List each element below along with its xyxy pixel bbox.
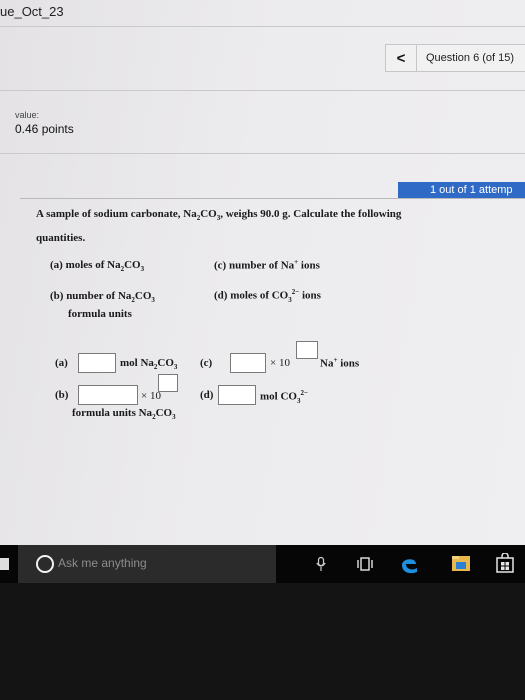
answer-a-unit: mol Na2CO3 [120, 357, 178, 372]
task-view-icon[interactable] [357, 557, 373, 571]
answer-c-unit: Na+ ions [320, 356, 360, 370]
answer-d-label: (d) [200, 389, 214, 401]
answer-c-input[interactable] [230, 353, 266, 373]
question-nav: < Question 6 (of 15) [385, 44, 525, 72]
part-b-text-line2: formula units [68, 308, 132, 320]
answer-a-label: (a) [55, 357, 68, 369]
answer-c-label: (c) [200, 357, 213, 369]
value-caption: value: [15, 110, 40, 120]
question-intro: A sample of sodium carbonate, Na2CO3, we… [36, 208, 402, 223]
part-b-text: (b) number of Na2CO3 [50, 290, 155, 305]
times-ten-label: × 10 [270, 357, 290, 369]
microphone-icon[interactable] [316, 557, 326, 572]
store-icon[interactable] [496, 553, 514, 573]
answer-d-unit: mol CO32− [260, 389, 308, 405]
search-placeholder: Ask me anything [58, 556, 147, 570]
divider [20, 198, 525, 199]
divider [0, 26, 525, 27]
part-c-text: (c) number of Na+ ions [214, 258, 320, 272]
taskbar: Ask me anything [0, 545, 525, 583]
answer-a-input[interactable] [78, 353, 116, 373]
edge-browser-icon[interactable] [398, 553, 420, 575]
page-title: ue_Oct_23 [0, 4, 64, 19]
answer-b-input[interactable] [78, 385, 138, 405]
points-value: 0.46 points [15, 122, 74, 136]
part-d-text: (d) moles of CO32− ions [214, 288, 321, 304]
attempt-counter: 1 out of 1 attemp [398, 182, 525, 198]
divider [0, 90, 525, 91]
answer-d-input[interactable] [218, 385, 256, 405]
answer-b-exponent-input[interactable] [158, 374, 178, 392]
answer-c-exponent-input[interactable] [296, 341, 318, 359]
previous-question-button[interactable]: < [386, 45, 417, 71]
answer-b-unit: formula units Na2CO3 [72, 407, 176, 422]
part-a-text: (a) moles of Na2CO3 [50, 259, 145, 274]
divider [0, 153, 525, 154]
windows-start-icon[interactable] [0, 558, 9, 570]
file-explorer-icon[interactable] [451, 554, 471, 572]
question-indicator: Question 6 (of 15) [426, 52, 515, 64]
question-intro-line2: quantities. [36, 232, 86, 244]
cortana-search-box[interactable]: Ask me anything [18, 545, 276, 583]
browser-viewport: ue_Oct_23 < Question 6 (of 15) value: 0.… [0, 0, 525, 552]
answer-b-label: (b) [55, 389, 69, 401]
search-icon [36, 555, 54, 573]
